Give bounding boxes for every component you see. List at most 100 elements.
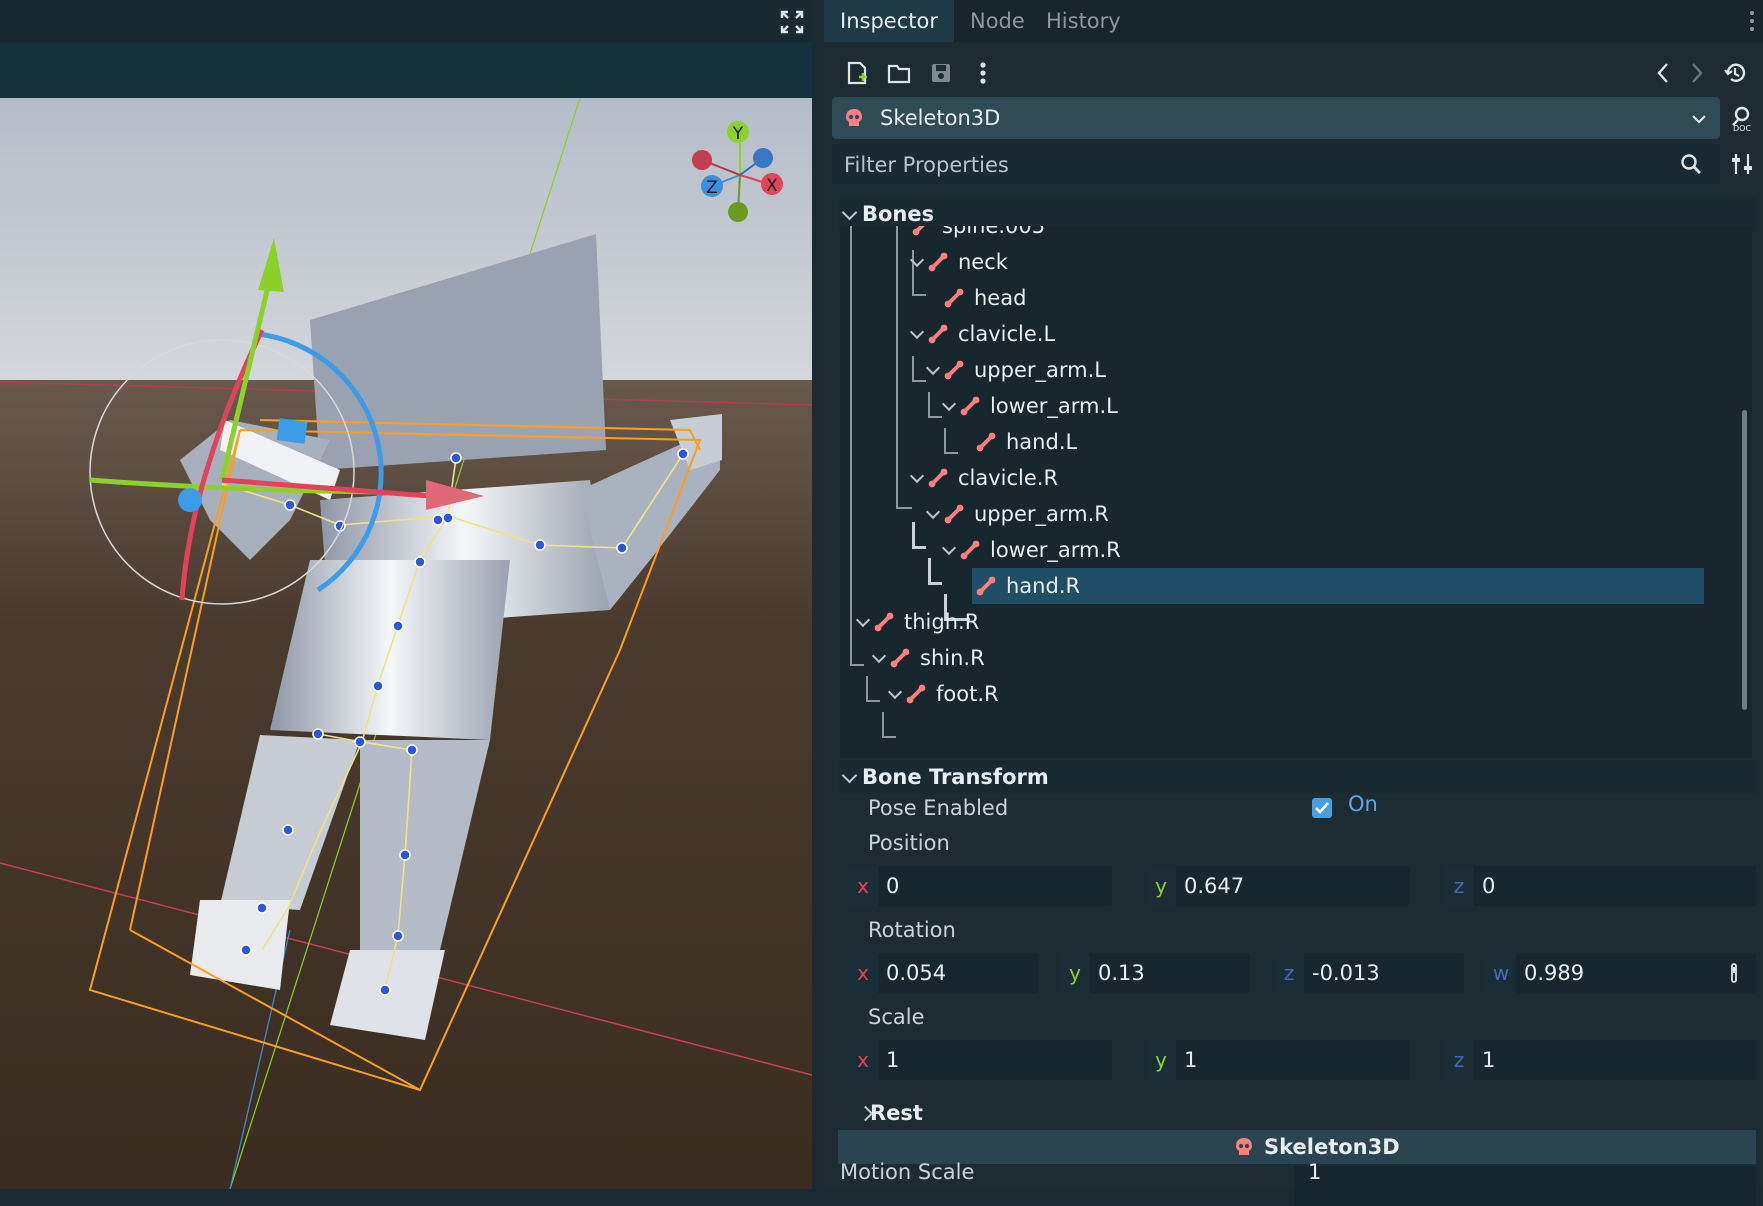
- axis-y-label: y: [1060, 953, 1090, 993]
- skull-icon: [1234, 1137, 1254, 1157]
- axis-x-label: x: [848, 1040, 878, 1080]
- rotation-z-value: -0.013: [1312, 961, 1380, 985]
- more-options-icon[interactable]: [966, 56, 1000, 90]
- position-y-field[interactable]: y 0.647: [1146, 866, 1410, 906]
- scale-y-field[interactable]: y 1: [1146, 1040, 1410, 1080]
- object-docs-icon[interactable]: DOC: [1725, 101, 1759, 135]
- object-history-icon[interactable]: [1718, 56, 1752, 90]
- filter-input[interactable]: [842, 144, 1646, 186]
- bone-icon: [960, 540, 980, 560]
- chevron-down-icon[interactable]: [887, 684, 903, 700]
- viewport-top-bar: [0, 0, 812, 42]
- bone-icon: [906, 684, 926, 704]
- chevron-down-icon[interactable]: [855, 612, 871, 628]
- inspector-settings-icon[interactable]: [1725, 147, 1759, 181]
- chevron-down-icon[interactable]: [909, 324, 925, 340]
- scale-z-field[interactable]: z 1: [1444, 1040, 1756, 1080]
- class-section-title: Skeleton3D: [1264, 1135, 1400, 1159]
- tab-inspector[interactable]: Inspector: [824, 0, 954, 42]
- bone-icon: [976, 576, 996, 596]
- rotation-w-value: 0.989: [1524, 961, 1585, 985]
- chevron-down-icon: [841, 204, 858, 221]
- tab-node[interactable]: Node: [954, 0, 1041, 42]
- bone-label: clavicle.L: [958, 322, 1056, 346]
- bone-label: upper_arm.R: [974, 502, 1109, 526]
- pose-enabled-label: Pose Enabled: [868, 796, 1009, 820]
- bone-label: upper_arm.L: [974, 358, 1106, 382]
- skull-icon: [844, 108, 864, 128]
- position-x-field[interactable]: x 0: [848, 866, 1112, 906]
- pose-enabled-checkbox[interactable]: [1312, 798, 1332, 818]
- rotation-w-field[interactable]: w 0.989: [1486, 953, 1756, 993]
- history-forward-icon[interactable]: [1680, 56, 1714, 90]
- chevron-down-icon[interactable]: [925, 504, 941, 520]
- bone-icon: [912, 226, 925, 236]
- svg-text:DOC: DOC: [1733, 124, 1751, 131]
- scale-x-value: 1: [886, 1048, 900, 1072]
- bone-icon: [928, 252, 948, 272]
- new-resource-icon[interactable]: [840, 56, 874, 90]
- save-icon[interactable]: [924, 56, 958, 90]
- bone-label: foot.R: [936, 682, 999, 706]
- scale-label: Scale: [868, 1005, 925, 1029]
- scene-render[interactable]: Y X Z: [0, 98, 812, 1189]
- bone-label: head: [974, 286, 1027, 310]
- bone-tree[interactable]: spine.005 neck head clavicle.L upper_arm…: [840, 226, 1752, 758]
- chevron-down-icon[interactable]: [941, 540, 957, 556]
- axis-z-label: z: [1274, 953, 1304, 993]
- scale-z-value: 1: [1482, 1048, 1496, 1072]
- axis-x-label: x: [848, 866, 878, 906]
- history-back-icon[interactable]: [1646, 56, 1680, 90]
- dock-tabbar: Inspector Node History: [824, 0, 1763, 42]
- bone-icon: [944, 504, 964, 524]
- gizmo-y-label: Y: [732, 124, 744, 144]
- class-section-header[interactable]: Skeleton3D: [838, 1130, 1756, 1164]
- pose-enabled-value[interactable]: On: [1348, 792, 1378, 816]
- axis-y-label: y: [1146, 866, 1176, 906]
- scale-x-field[interactable]: x 1: [848, 1040, 1112, 1080]
- rotation-x-field[interactable]: x 0.054: [848, 953, 1038, 993]
- rotation-x-value: 0.054: [886, 961, 947, 985]
- chevron-down-icon[interactable]: [941, 396, 957, 412]
- motion-scale-field[interactable]: 1: [1294, 1160, 1756, 1206]
- viewport-toolbar: [0, 42, 812, 98]
- rest-section-header[interactable]: Rest: [856, 1096, 1756, 1130]
- bone-icon: [960, 396, 980, 416]
- chevron-down-icon[interactable]: [871, 648, 887, 664]
- bone-transform-title: Bone Transform: [862, 765, 1049, 789]
- bone-label: shin.R: [920, 646, 985, 670]
- rotation-y-field[interactable]: y 0.13: [1060, 953, 1250, 993]
- bone-label: neck: [958, 250, 1008, 274]
- axis-w-label: w: [1486, 953, 1516, 993]
- filter-properties: [832, 144, 1720, 186]
- position-z-field[interactable]: z 0: [1444, 866, 1756, 906]
- position-y-value: 0.647: [1184, 874, 1245, 898]
- object-name: Skeleton3D: [880, 106, 1001, 130]
- rotation-z-field[interactable]: z -0.013: [1274, 953, 1464, 993]
- object-selector[interactable]: Skeleton3D: [832, 97, 1720, 139]
- bone-label: lower_arm.R: [990, 538, 1121, 562]
- bone-label: lower_arm.L: [990, 394, 1118, 418]
- rotation-label: Rotation: [868, 918, 956, 942]
- chevron-down-icon[interactable]: [909, 468, 925, 484]
- tab-history[interactable]: History: [1030, 0, 1137, 42]
- position-label: Position: [868, 831, 950, 855]
- bone-label: spine.005: [942, 226, 1046, 238]
- rest-section-title: Rest: [870, 1101, 923, 1125]
- position-z-value: 0: [1482, 874, 1496, 898]
- bone-label: thigh.R: [904, 610, 980, 634]
- bone-icon: [890, 648, 910, 668]
- tab-menu-icon[interactable]: [1749, 10, 1755, 32]
- motion-scale-label: Motion Scale: [840, 1160, 975, 1184]
- position-x-value: 0: [886, 874, 900, 898]
- 3d-viewport[interactable]: Y X Z: [0, 0, 812, 1189]
- rotation-y-value: 0.13: [1098, 961, 1145, 985]
- chevron-down-icon[interactable]: [925, 360, 941, 376]
- open-folder-icon[interactable]: [882, 56, 916, 90]
- link-values-icon[interactable]: [1730, 963, 1738, 983]
- bone-item-hand-r[interactable]: hand.R: [972, 568, 1704, 604]
- bone-transform-header[interactable]: Bone Transform: [838, 760, 1756, 794]
- maximize-icon[interactable]: [780, 10, 804, 34]
- gizmo-z-label: Z: [706, 178, 718, 198]
- tree-scrollbar[interactable]: [1742, 410, 1747, 710]
